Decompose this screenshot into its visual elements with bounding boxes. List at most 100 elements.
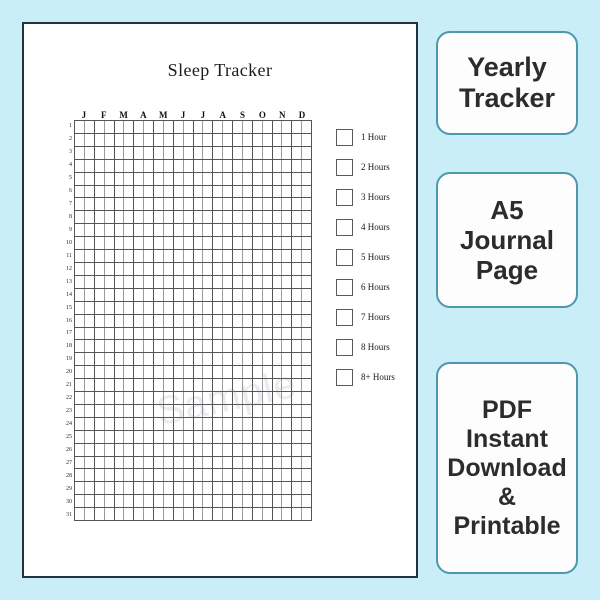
grid-cell[interactable] (282, 250, 291, 262)
grid-cell[interactable] (105, 147, 114, 159)
grid-cell[interactable] (85, 315, 94, 327)
grid-cell[interactable] (144, 211, 153, 223)
grid-cell[interactable] (174, 404, 184, 417)
grid-cell[interactable] (203, 366, 212, 378)
grid-cell[interactable] (124, 457, 133, 469)
grid-cell[interactable] (282, 431, 291, 443)
grid-cell[interactable] (263, 224, 272, 236)
grid-cell[interactable] (115, 482, 125, 495)
grid-cell[interactable] (164, 457, 173, 469)
grid-cell[interactable] (223, 405, 232, 417)
grid-cell[interactable] (243, 160, 252, 172)
grid-cell[interactable] (263, 315, 272, 327)
grid-cell[interactable] (75, 198, 85, 211)
grid-cell[interactable] (233, 469, 243, 482)
grid-cell[interactable] (154, 340, 164, 353)
grid-cell[interactable] (213, 262, 224, 275)
grid-cell[interactable] (144, 340, 153, 352)
grid-cell[interactable] (115, 417, 125, 430)
grid-cell[interactable] (203, 353, 212, 365)
grid-cell[interactable] (282, 482, 291, 494)
grid-cell[interactable] (164, 289, 173, 301)
grid-cell[interactable] (223, 160, 232, 172)
grid-cell[interactable] (213, 482, 224, 495)
grid-cell[interactable] (85, 302, 94, 314)
grid-cell[interactable] (223, 147, 232, 159)
grid-cell[interactable] (253, 198, 263, 211)
grid-cell[interactable] (194, 469, 204, 482)
grid-cell[interactable] (213, 495, 224, 508)
grid-cell[interactable] (302, 340, 311, 352)
grid-cell[interactable] (194, 379, 204, 392)
grid-cell[interactable] (233, 482, 243, 495)
grid-cell[interactable] (115, 237, 125, 250)
grid-cell[interactable] (85, 289, 94, 301)
grid-cell[interactable] (85, 392, 94, 404)
grid-cell[interactable] (174, 417, 184, 430)
grid-cell[interactable] (115, 211, 125, 224)
grid-cell[interactable] (95, 482, 105, 495)
grid-cell[interactable] (233, 417, 243, 430)
grid-cell[interactable] (124, 469, 133, 481)
grid-cell[interactable] (302, 469, 311, 481)
grid-cell[interactable] (105, 160, 114, 172)
grid-cell[interactable] (164, 353, 173, 365)
grid-cell[interactable] (292, 430, 303, 443)
grid-cell[interactable] (213, 366, 224, 379)
grid-cell[interactable] (134, 185, 145, 198)
grid-cell[interactable] (282, 237, 291, 249)
grid-cell[interactable] (134, 404, 145, 417)
grid-cell[interactable] (203, 211, 212, 223)
grid-cell[interactable] (253, 172, 263, 185)
grid-cell[interactable] (194, 417, 204, 430)
grid-cell[interactable] (273, 121, 283, 133)
grid-cell[interactable] (105, 340, 114, 352)
grid-cell[interactable] (194, 185, 204, 198)
grid-cell[interactable] (302, 276, 311, 288)
grid-cell[interactable] (164, 160, 173, 172)
grid-cell[interactable] (223, 482, 232, 494)
grid-cell[interactable] (233, 456, 243, 469)
grid-cell[interactable] (273, 404, 283, 417)
grid-cell[interactable] (203, 263, 212, 275)
grid-cell[interactable] (115, 379, 125, 392)
grid-cell[interactable] (85, 431, 94, 443)
grid-cell[interactable] (292, 159, 303, 172)
grid-cell[interactable] (184, 431, 193, 443)
grid-cell[interactable] (174, 469, 184, 482)
grid-cell[interactable] (302, 495, 311, 507)
grid-cell[interactable] (144, 302, 153, 314)
grid-cell[interactable] (292, 340, 303, 353)
grid-cell[interactable] (134, 211, 145, 224)
grid-cell[interactable] (302, 224, 311, 236)
grid-cell[interactable] (194, 250, 204, 262)
grid-cell[interactable] (154, 146, 164, 159)
grid-cell[interactable] (213, 469, 224, 482)
grid-cell[interactable] (243, 340, 252, 352)
grid-cell[interactable] (233, 366, 243, 379)
grid-cell[interactable] (233, 172, 243, 185)
grid-cell[interactable] (85, 211, 94, 223)
grid-cell[interactable] (154, 172, 164, 185)
grid-cell[interactable] (85, 237, 94, 249)
grid-cell[interactable] (302, 186, 311, 198)
grid-cell[interactable] (85, 250, 94, 262)
grid-cell[interactable] (302, 134, 311, 146)
grid-cell[interactable] (85, 186, 94, 198)
grid-cell[interactable] (75, 404, 85, 417)
grid-cell[interactable] (95, 288, 105, 301)
grid-cell[interactable] (233, 430, 243, 443)
grid-cell[interactable] (213, 456, 224, 469)
grid-cell[interactable] (253, 508, 263, 521)
grid-cell[interactable] (115, 340, 125, 353)
grid-cell[interactable] (194, 146, 204, 159)
grid-cell[interactable] (302, 289, 311, 301)
grid-cell[interactable] (243, 173, 252, 185)
grid-cell[interactable] (213, 379, 224, 392)
grid-cell[interactable] (105, 379, 114, 391)
grid-cell[interactable] (144, 147, 153, 159)
grid-cell[interactable] (203, 457, 212, 469)
grid-cell[interactable] (184, 328, 193, 340)
grid-cell[interactable] (292, 392, 303, 404)
grid-cell[interactable] (105, 469, 114, 481)
